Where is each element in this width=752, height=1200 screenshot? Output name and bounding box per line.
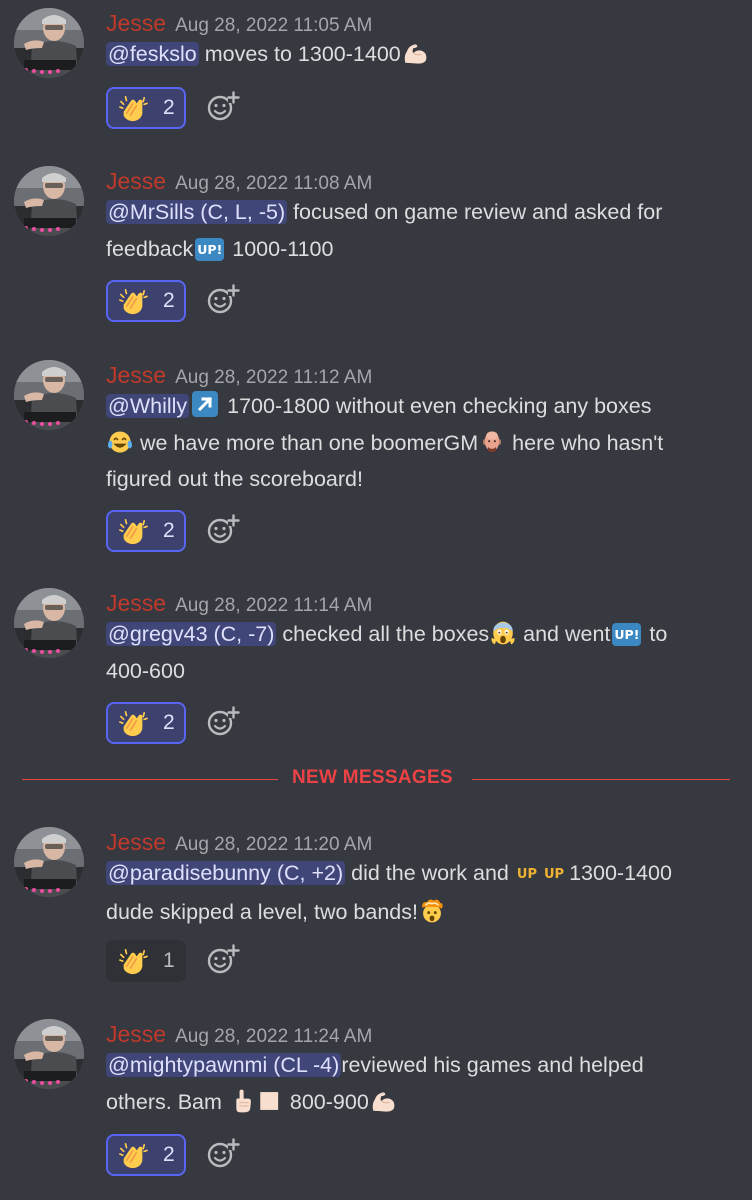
user-mention[interactable]: @MrSills (C, L, -5) [106,200,288,224]
add-reaction-icon[interactable] [206,282,240,316]
reaction-clap[interactable]: 2 [106,702,186,744]
message-body: @MrSills (C, L, -5) focused on game revi… [106,194,742,267]
reaction-count: 1 [163,949,175,972]
up-button-icon: UP! [612,623,642,646]
clapping-hands-icon [118,948,148,976]
username[interactable]: Jesse [106,590,166,616]
username[interactable]: Jesse [106,362,166,388]
timestamp: Aug 28, 2022 11:24 AM [175,1026,373,1047]
add-reaction-icon[interactable] [206,512,240,546]
add-reaction-icon[interactable] [206,704,240,738]
message-text: dude skipped a level, two bands! [106,899,418,924]
message-text: figured out the scoreboard! [106,467,363,491]
timestamp: Aug 28, 2022 11:12 AM [175,367,373,388]
divider-line [472,779,730,780]
message-header: Jesse Aug 28, 2022 11:12 AM [106,360,372,390]
new-messages-divider: NEW MESSAGES [22,767,730,788]
timestamp: Aug 28, 2022 11:14 AM [175,595,373,616]
message-text: feedback [106,236,194,261]
timestamp: Aug 28, 2022 11:05 AM [175,15,373,36]
face-screaming-in-fear-icon [490,620,516,646]
message-text: did the work and [345,861,509,885]
reaction-count: 2 [163,711,175,734]
message-text: 1700-1800 without even checking any boxe… [221,394,652,418]
timestamp: Aug 28, 2022 11:20 AM [175,834,373,855]
clapping-hands-icon [118,518,148,546]
up-arrow-icon: UP [544,867,565,882]
reaction-clap[interactable]: 1 [106,940,186,982]
timestamp: Aug 28, 2022 11:08 AM [175,173,373,194]
avatar[interactable] [14,827,84,897]
user-mention[interactable]: @mightypawnmi (CL -4) [106,1053,342,1077]
skin-tone-swatch-icon [257,1088,283,1114]
reaction-count: 2 [163,519,175,542]
flexed-biceps-icon [402,40,428,66]
user-mention[interactable]: @paradisebunny (C, +2) [106,861,346,885]
up-right-arrow-icon [192,391,219,417]
message-header: Jesse Aug 28, 2022 11:08 AM [106,166,372,196]
message-text: moves to 1300-1400 [198,42,401,66]
message-text: others. Bam [106,1089,222,1114]
avatar[interactable] [14,166,84,236]
avatar[interactable] [14,1019,84,1089]
avatar[interactable] [14,8,84,78]
message-text: checked all the boxes [276,622,490,646]
clapping-hands-icon [118,288,148,316]
username[interactable]: Jesse [106,1021,166,1047]
message-text: and went [517,622,611,646]
bald-man-face-icon [479,429,505,455]
avatar[interactable] [14,588,84,658]
message-text: here who hasn't [506,430,664,455]
reaction-count: 2 [163,96,175,119]
up-button-icon: UP! [195,237,225,261]
reaction-clap[interactable]: 2 [106,510,186,552]
reaction-clap[interactable]: 2 [106,1134,186,1176]
message-header: Jesse Aug 28, 2022 11:14 AM [106,588,372,618]
flexed-biceps-icon [370,1088,396,1114]
message-text: reviewed his games and helped [341,1053,644,1077]
divider-line [22,779,278,780]
message-text: we have more than one boomerGM [134,430,479,455]
message-header: Jesse Aug 28, 2022 11:24 AM [106,1019,372,1049]
reaction-count: 2 [163,1143,175,1166]
clapping-hands-icon [118,710,148,738]
user-mention[interactable]: @Whilly [106,394,190,418]
clapping-hands-icon [118,1142,148,1170]
index-pointing-up-icon [229,1088,255,1114]
message-body: @gregv43 (C, -7) checked all the boxes a… [106,616,742,689]
add-reaction-icon[interactable] [206,942,240,976]
up-arrow-icon: UP [516,867,537,882]
message-text: focused on game review and asked for [287,200,663,224]
username[interactable]: Jesse [106,10,166,36]
message-body: @paradisebunny (C, +2) did the work and U… [106,855,742,930]
message-text: 800-900 [283,1089,369,1114]
user-mention[interactable]: @feskslo [106,42,199,66]
message-text: 400-600 [106,658,185,683]
message-text: 1000-1100 [226,236,334,261]
reaction-clap[interactable]: 2 [106,87,186,129]
message-text: 1300-1400 [569,861,672,885]
add-reaction-icon[interactable] [206,1136,240,1170]
reaction-count: 2 [163,289,175,312]
exploding-head-icon [419,898,445,924]
username[interactable]: Jesse [106,829,166,855]
avatar[interactable] [14,360,84,430]
add-reaction-icon[interactable] [206,89,240,123]
new-messages-label: NEW MESSAGES [292,767,453,788]
message-header: Jesse Aug 28, 2022 11:20 AM [106,827,372,857]
user-mention[interactable]: @gregv43 (C, -7) [106,622,277,646]
message-body: @feskslo moves to 1300-1400 [106,36,742,73]
clapping-hands-icon [118,95,148,123]
message-header: Jesse Aug 28, 2022 11:05 AM [106,8,372,38]
face-with-tears-of-joy-icon [107,429,133,455]
reaction-clap[interactable]: 2 [106,280,186,322]
message-body: @Whilly 1700-1800 without even checking … [106,388,742,498]
message-body: @mightypawnmi (CL -4)reviewed his games … [106,1047,742,1120]
username[interactable]: Jesse [106,168,166,194]
message-text: to [643,622,668,646]
